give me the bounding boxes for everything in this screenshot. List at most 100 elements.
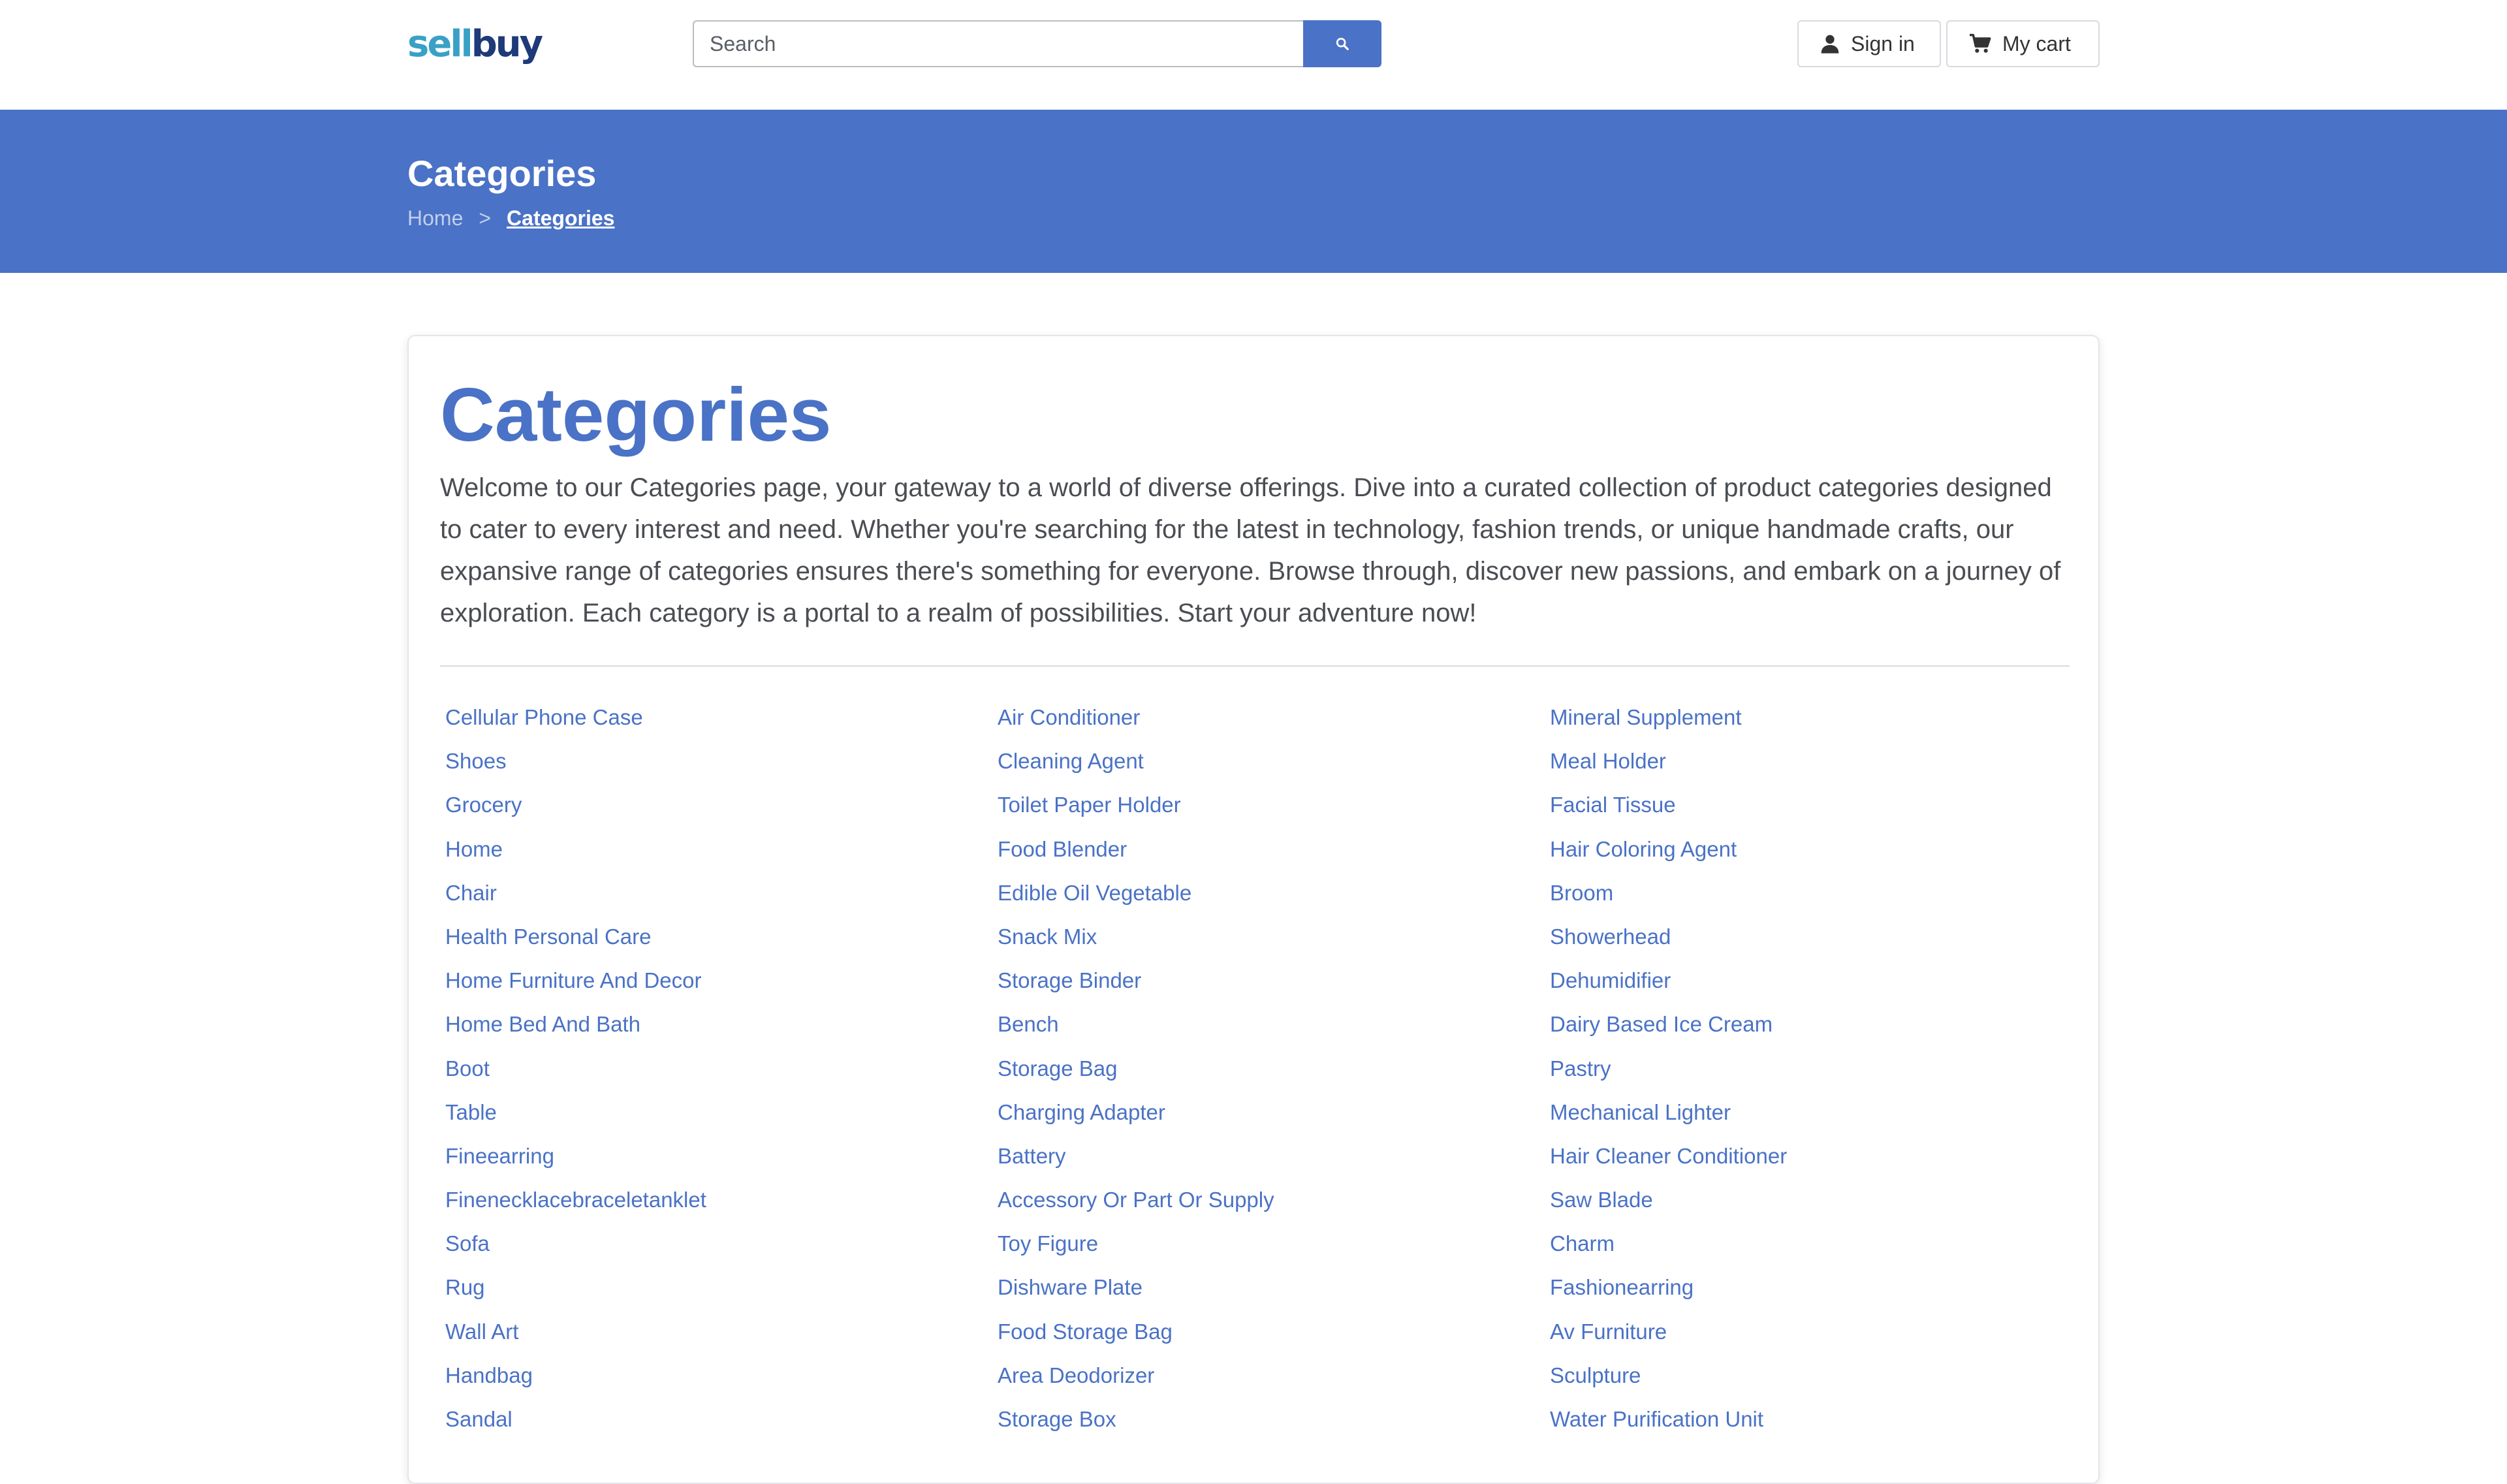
category-link[interactable]: Battery <box>998 1144 1066 1168</box>
category-item: Charging Adapter <box>998 1097 1550 1141</box>
category-link[interactable]: Saw Blade <box>1550 1188 1653 1212</box>
category-item: Rug <box>445 1272 998 1316</box>
category-item: Saw Blade <box>1550 1184 2102 1228</box>
my-cart-button[interactable]: My cart <box>1946 20 2100 67</box>
category-column-2: Air Conditioner Cleaning Agent Toilet Pape… <box>998 702 1550 1447</box>
category-link[interactable]: Boot <box>445 1056 490 1081</box>
category-item: Food Storage Bag <box>998 1316 1550 1360</box>
page-description: Welcome to our Categories page, your gat… <box>440 473 2061 627</box>
category-link[interactable]: Hair Coloring Agent <box>1550 837 1737 861</box>
category-link[interactable]: Mineral Supplement <box>1550 705 1742 729</box>
my-cart-label: My cart <box>2002 31 2071 55</box>
page-banner: Categories Home > Categories <box>0 110 2507 273</box>
category-link[interactable]: Toilet Paper Holder <box>998 793 1181 817</box>
category-link[interactable]: Rug <box>445 1275 485 1299</box>
category-link[interactable]: Facial Tissue <box>1550 793 1676 817</box>
search-icon <box>1336 37 1349 50</box>
user-icon <box>1821 35 1839 54</box>
category-link[interactable]: Pastry <box>1550 1056 1611 1081</box>
category-item: Cellular Phone Case <box>445 702 998 746</box>
category-item: Health Personal Care <box>445 921 998 965</box>
category-item: Wall Art <box>445 1316 998 1360</box>
site-header: sellbuy Sign in My cart <box>0 0 2507 110</box>
category-link[interactable]: Home Furniture And Decor <box>445 968 702 992</box>
search-button[interactable] <box>1303 20 1381 67</box>
category-link[interactable]: Toy Figure <box>998 1231 1098 1255</box>
category-link[interactable]: Table <box>445 1100 497 1124</box>
category-item: Snack Mix <box>998 921 1550 965</box>
category-link[interactable]: Health Personal Care <box>445 924 652 949</box>
category-link[interactable]: Home Bed And Bath <box>445 1012 640 1036</box>
search-input[interactable] <box>693 20 1304 67</box>
category-item: Finenecklacebraceletanklet <box>445 1184 998 1228</box>
category-item: Storage Box <box>998 1404 1550 1447</box>
category-link[interactable]: Dairy Based Ice Cream <box>1550 1012 1773 1036</box>
category-link[interactable]: Charm <box>1550 1231 1615 1255</box>
logo-part-buy: buy <box>471 23 543 65</box>
category-item: Table <box>445 1097 998 1141</box>
category-link[interactable]: Shoes <box>445 749 507 773</box>
category-link[interactable]: Storage Bag <box>998 1056 1117 1081</box>
category-link[interactable]: Wall Art <box>445 1319 518 1344</box>
category-link[interactable]: Sculpture <box>1550 1363 1641 1387</box>
category-item: Meal Holder <box>1550 746 2102 789</box>
category-item: Fashionearring <box>1550 1272 2102 1316</box>
category-item: Broom <box>1550 877 2102 921</box>
category-link[interactable]: Accessory Or Part Or Supply <box>998 1188 1274 1212</box>
category-link[interactable]: Dehumidifier <box>1550 968 1671 992</box>
banner-title: Categories <box>407 153 597 194</box>
category-item: Battery <box>998 1141 1550 1184</box>
category-item: Mineral Supplement <box>1550 702 2102 746</box>
category-item: Dairy Based Ice Cream <box>1550 1009 2102 1052</box>
category-link[interactable]: Air Conditioner <box>998 705 1140 729</box>
category-link[interactable]: Fashionearring <box>1550 1275 1694 1299</box>
category-column-1: Cellular Phone Case Shoes Grocery Home Chair… <box>445 702 998 1447</box>
category-link[interactable]: Meal Holder <box>1550 749 1666 773</box>
category-link[interactable]: Dishware Plate <box>998 1275 1143 1299</box>
category-link[interactable]: Chair <box>445 881 497 905</box>
category-link[interactable]: Showerhead <box>1550 924 1671 949</box>
category-link[interactable]: Area Deodorizer <box>998 1363 1154 1387</box>
category-link[interactable]: Cleaning Agent <box>998 749 1144 773</box>
category-link[interactable]: Hair Cleaner Conditioner <box>1550 1144 1787 1168</box>
cart-icon <box>1970 33 1991 53</box>
category-link[interactable]: Sandal <box>445 1407 512 1431</box>
category-item: Pastry <box>1550 1053 2102 1097</box>
category-link[interactable]: Sofa <box>445 1231 490 1255</box>
category-link[interactable]: Charging Adapter <box>998 1100 1165 1124</box>
category-link[interactable]: Bench <box>998 1012 1059 1036</box>
category-link[interactable]: Grocery <box>445 793 522 817</box>
category-link[interactable]: Fineearring <box>445 1144 554 1168</box>
category-item: Dehumidifier <box>1550 965 2102 1009</box>
category-link[interactable]: Storage Binder <box>998 968 1141 992</box>
category-link[interactable]: Av Furniture <box>1550 1319 1667 1344</box>
category-link[interactable]: Cellular Phone Case <box>445 705 643 729</box>
category-item: Boot <box>445 1053 998 1097</box>
breadcrumb-current-link[interactable]: Categories <box>507 205 614 231</box>
category-link[interactable]: Home <box>445 837 503 861</box>
category-item: Home <box>445 834 998 877</box>
logo-part-sell: sell <box>407 23 473 65</box>
category-link[interactable]: Water Purification Unit <box>1550 1407 1763 1431</box>
category-item: Dishware Plate <box>998 1272 1550 1316</box>
category-link[interactable]: Finenecklacebraceletanklet <box>445 1188 706 1212</box>
category-item: Showerhead <box>1550 921 2102 965</box>
category-link[interactable]: Handbag <box>445 1363 533 1387</box>
category-item: Handbag <box>445 1360 998 1404</box>
category-link[interactable]: Food Blender <box>998 837 1127 861</box>
breadcrumb-home-link[interactable]: Home <box>407 205 463 231</box>
category-link[interactable]: Snack Mix <box>998 924 1097 949</box>
category-item: Hair Cleaner Conditioner <box>1550 1141 2102 1184</box>
category-link[interactable]: Storage Box <box>998 1407 1116 1431</box>
site-logo[interactable]: sellbuy <box>407 21 543 68</box>
sign-in-label: Sign in <box>1851 31 1915 55</box>
category-link[interactable]: Edible Oil Vegetable <box>998 881 1191 905</box>
category-link[interactable]: Broom <box>1550 881 1613 905</box>
category-link[interactable]: Food Storage Bag <box>998 1319 1173 1344</box>
category-item: Toilet Paper Holder <box>998 789 1550 833</box>
category-item: Home Furniture And Decor <box>445 965 998 1009</box>
category-item: Home Bed And Bath <box>445 1009 998 1052</box>
sign-in-button[interactable]: Sign in <box>1797 20 1941 67</box>
category-link[interactable]: Mechanical Lighter <box>1550 1100 1731 1124</box>
breadcrumb: Home > Categories <box>407 205 614 231</box>
